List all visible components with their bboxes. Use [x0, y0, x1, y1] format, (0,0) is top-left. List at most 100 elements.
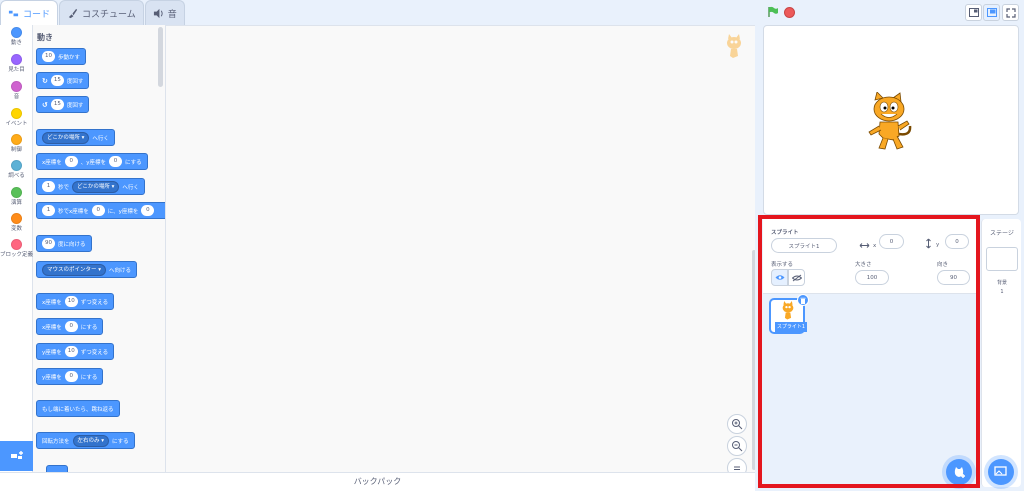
editor-tabs: コード コスチューム 音 [0, 0, 185, 25]
block-change-x[interactable]: x座標を 10 ずつ変える [36, 293, 115, 310]
block-change-y[interactable]: y座標を 10 ずつ変える [36, 343, 115, 360]
large-stage-button[interactable] [983, 4, 1000, 21]
block-text: 度回す [66, 102, 84, 109]
sprite-thumbnail[interactable]: スプライト1 [769, 294, 809, 334]
show-sprite-toggle[interactable] [771, 269, 788, 286]
add-backdrop-button[interactable] [988, 459, 1014, 485]
hide-sprite-toggle[interactable] [788, 269, 805, 286]
y-input[interactable]: 0 [141, 205, 155, 216]
block-turn-left[interactable]: ↺ 15 度回す [36, 96, 90, 113]
block-bounce[interactable]: もし端に着いたら、跳ね返る [36, 400, 120, 417]
tab-costumes[interactable]: コスチューム [59, 0, 144, 25]
block-text: 秒でx座標を [58, 208, 89, 215]
category-operators[interactable]: 演算 [0, 187, 33, 207]
seconds-input[interactable]: 1 [42, 205, 55, 216]
category-label: ブロック定義 [0, 252, 34, 258]
y-change-input[interactable]: 10 [64, 346, 78, 357]
variables-dot-icon [11, 213, 22, 224]
category-label: 動き [10, 40, 22, 46]
block-move-steps[interactable]: 10 歩動かす [36, 48, 87, 65]
category-my-blocks[interactable]: ブロック定義 [0, 239, 33, 259]
block-goto-xy[interactable]: x座標を 0 、y座標を 0 にする [36, 153, 148, 170]
zoom-in-button[interactable] [727, 414, 747, 434]
category-label: 見た目 [8, 67, 25, 73]
glide-target-dropdown[interactable]: どこかの場所 ▾ [72, 180, 120, 193]
small-stage-button[interactable] [965, 4, 982, 21]
block-point-towards[interactable]: マウスのポインター ▾ へ向ける [36, 261, 138, 278]
add-extension-button[interactable] [0, 441, 33, 471]
x-input[interactable]: 0 [64, 156, 78, 167]
goto-target-dropdown[interactable]: どこかの場所 ▾ [42, 131, 90, 144]
block-rotation-style[interactable]: 回転方法を 左右のみ ▾ にする [36, 432, 135, 449]
cat-sprite-icon[interactable] [863, 92, 915, 152]
category-motion[interactable]: 動き [0, 27, 33, 47]
block-set-x[interactable]: x座標を 0 にする [36, 318, 104, 335]
block-turn-right[interactable]: ↻ 15 度回す [36, 72, 90, 89]
fullscreen-button[interactable] [1002, 4, 1019, 21]
category-sound[interactable]: 音 [0, 81, 33, 101]
steps-input[interactable]: 10 [42, 51, 55, 62]
category-label: 制御 [10, 147, 22, 153]
block-text: y座標を [42, 374, 62, 381]
green-flag-icon[interactable] [767, 6, 779, 18]
category-sensing[interactable]: 調べる [0, 160, 33, 180]
tab-sounds[interactable]: 音 [144, 0, 185, 25]
my-blocks-dot-icon [11, 239, 22, 250]
code-icon [8, 10, 19, 16]
block-glide[interactable]: 1 秒で どこかの場所 ▾ へ行く [36, 178, 145, 195]
category-events[interactable]: イベント [0, 108, 33, 128]
stage-thumbnail[interactable] [986, 247, 1018, 271]
block-palette: 動き 10 歩動かす ↻ 15 度回す ↺ 15 度回す どこかの場所 ▾ へ行… [33, 25, 166, 472]
direction-input[interactable]: 90 [42, 238, 55, 249]
stage-selector-pane[interactable]: ステージ 背景 1 [981, 219, 1021, 487]
category-label: 演算 [10, 200, 22, 206]
stop-button[interactable] [784, 7, 795, 18]
towards-target-dropdown[interactable]: マウスのポインター ▾ [42, 263, 107, 276]
stage-canvas[interactable] [763, 25, 1019, 215]
block-set-y[interactable]: y座標を 0 にする [36, 368, 104, 385]
seconds-input[interactable]: 1 [42, 181, 55, 192]
eye-slash-icon [791, 274, 802, 281]
palette-scrollbar[interactable] [158, 27, 163, 87]
tab-code[interactable]: コード [0, 0, 59, 25]
control-dot-icon [11, 134, 22, 145]
x-change-input[interactable]: 10 [64, 296, 78, 307]
block-partial[interactable] [46, 465, 68, 472]
block-text: にする [80, 374, 98, 381]
add-sprite-button[interactable] [946, 459, 972, 485]
y-input[interactable]: 0 [64, 371, 78, 382]
backpack-label: バックパック [353, 477, 402, 486]
x-input[interactable]: 0 [64, 321, 78, 332]
zoom-out-button[interactable] [727, 436, 747, 456]
size-input[interactable]: 100 [855, 270, 889, 285]
category-label: 調べる [8, 173, 25, 179]
tab-code-label: コード [23, 9, 51, 20]
block-text: ずつ変える [80, 349, 109, 356]
block-text: 歩動かす [58, 54, 81, 61]
backpack-bar[interactable]: バックパック [0, 472, 755, 491]
degrees-input[interactable]: 15 [50, 99, 64, 110]
degrees-input[interactable]: 15 [50, 75, 64, 86]
direction-input[interactable]: 90 [937, 270, 970, 285]
rotation-style-dropdown[interactable]: 左右のみ ▾ [72, 434, 110, 447]
block-glide-xy[interactable]: 1 秒でx座標を 0 に、y座標を 0 [36, 202, 165, 219]
vertical-arrows-icon [926, 238, 931, 249]
y-position-input[interactable]: 0 [945, 234, 969, 249]
category-variables[interactable]: 変数 [0, 213, 33, 233]
category-control[interactable]: 制御 [0, 134, 33, 154]
x-position-input[interactable]: 0 [879, 234, 904, 249]
category-looks[interactable]: 見た目 [0, 54, 33, 74]
sprite-name-input[interactable]: スプライト1 [771, 238, 837, 253]
looks-dot-icon [11, 54, 22, 65]
brush-icon [68, 8, 78, 18]
delete-sprite-button[interactable] [797, 294, 809, 306]
operators-dot-icon [11, 187, 22, 198]
rotate-left-icon: ↺ [42, 100, 48, 109]
block-point-direction[interactable]: 90 度に向ける [36, 235, 92, 252]
x-input[interactable]: 0 [91, 205, 105, 216]
code-workspace[interactable] [166, 25, 755, 478]
backdrops-label: 背景 [996, 280, 1007, 286]
block-text: x座標を [42, 159, 62, 166]
y-input[interactable]: 0 [109, 156, 123, 167]
block-goto[interactable]: どこかの場所 ▾ へ行く [36, 129, 115, 146]
